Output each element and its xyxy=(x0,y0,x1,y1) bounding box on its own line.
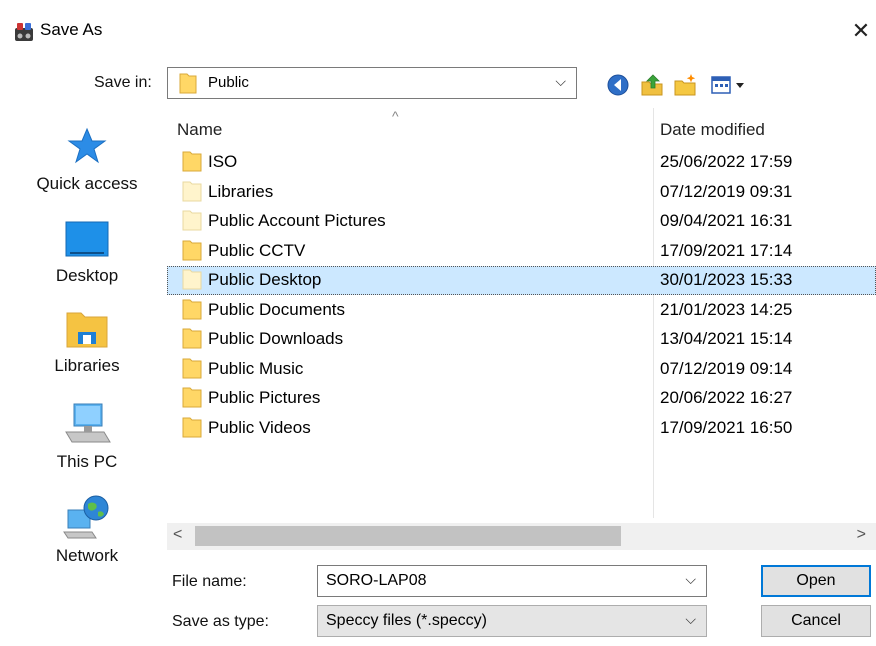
places-label: Desktop xyxy=(55,266,119,285)
places-label: Libraries xyxy=(54,356,120,375)
file-date: 20/06/2022 16:27 xyxy=(660,388,793,407)
list-item[interactable]: ISO 25/06/2022 17:59 xyxy=(167,148,876,177)
list-item[interactable]: Public Account Pictures 09/04/2021 16:31 xyxy=(167,207,876,236)
scrollbar-thumb[interactable] xyxy=(195,526,621,546)
file-name-label: File name: xyxy=(172,573,247,590)
places-bar: Quick access Desktop Libraries This PC N… xyxy=(12,112,162,622)
file-date: 07/12/2019 09:14 xyxy=(660,359,793,378)
save-as-type-value: Speccy files (*.speccy) xyxy=(326,612,487,629)
file-date: 13/04/2021 15:14 xyxy=(660,329,793,348)
window-title: Save As xyxy=(40,20,103,39)
places-quick-access[interactable]: Quick access xyxy=(12,126,162,212)
file-name: Public Music xyxy=(208,359,304,378)
file-date: 25/06/2022 17:59 xyxy=(660,152,793,171)
file-date: 09/04/2021 16:31 xyxy=(660,211,793,230)
file-name: Libraries xyxy=(208,182,274,201)
file-name: Public Pictures xyxy=(208,388,321,407)
close-icon: ✕ xyxy=(851,18,871,43)
folder-icon xyxy=(182,240,202,261)
places-label: Quick access xyxy=(36,174,138,193)
folder-icon xyxy=(182,328,202,349)
places-label: This PC xyxy=(56,452,118,471)
file-list[interactable]: ^ Name Date modified ISO 25/06/2022 17:5… xyxy=(167,108,876,548)
list-item[interactable]: Public Downloads 13/04/2021 15:14 xyxy=(167,325,876,354)
cancel-button[interactable]: Cancel xyxy=(761,605,871,637)
open-button[interactable]: Open xyxy=(761,565,871,597)
folder-icon xyxy=(182,387,202,408)
save-in-label: Save in: xyxy=(94,74,152,91)
libraries-icon xyxy=(66,312,108,348)
folder-light-icon xyxy=(182,269,202,290)
chevron-down-icon: ⌵ xyxy=(555,73,566,89)
scroll-right-icon[interactable]: > xyxy=(857,526,866,544)
file-date: 30/01/2023 15:33 xyxy=(660,270,793,289)
places-network[interactable]: Network xyxy=(12,494,162,574)
file-name: Public Desktop xyxy=(208,270,322,289)
folder-light-icon xyxy=(182,210,202,231)
file-date: 17/09/2021 16:50 xyxy=(660,418,793,437)
file-name: Public Documents xyxy=(208,300,346,319)
folder-icon xyxy=(182,299,202,320)
file-name-value: SORO-LAP08 xyxy=(326,572,427,589)
back-icon[interactable] xyxy=(606,73,630,97)
folder-icon xyxy=(182,417,202,438)
folder-icon xyxy=(179,73,197,94)
sort-ascending-icon: ^ xyxy=(392,108,399,124)
list-item[interactable]: Public Documents 21/01/2023 14:25 xyxy=(167,296,876,325)
column-header-label: Name xyxy=(177,120,223,139)
folder-icon xyxy=(182,151,202,172)
computer-icon xyxy=(65,403,111,443)
new-folder-icon[interactable] xyxy=(673,73,697,97)
file-name-input[interactable]: SORO-LAP08 ⌵ xyxy=(317,565,707,597)
star-icon xyxy=(67,127,107,164)
title-bar: Save As ✕ xyxy=(0,0,876,62)
file-name: Public Account Pictures xyxy=(208,211,386,230)
list-item[interactable]: Public CCTV 17/09/2021 17:14 xyxy=(167,237,876,266)
desktop-icon xyxy=(65,221,109,257)
places-desktop[interactable]: Desktop xyxy=(12,220,162,300)
close-button[interactable]: ✕ xyxy=(846,14,876,48)
list-item[interactable]: Public Music 07/12/2019 09:14 xyxy=(167,355,876,384)
list-item-selected[interactable]: Public Desktop 30/01/2023 15:33 xyxy=(167,266,876,295)
save-in-dropdown[interactable]: Public ⌵ xyxy=(167,67,577,99)
chevron-down-icon: ⌵ xyxy=(685,611,696,627)
chevron-down-icon[interactable]: ⌵ xyxy=(685,571,696,588)
file-name: Public Videos xyxy=(208,418,311,437)
places-libraries[interactable]: Libraries xyxy=(12,310,162,390)
save-in-value: Public xyxy=(208,74,249,91)
places-this-pc[interactable]: This PC xyxy=(12,402,162,482)
list-item[interactable]: Public Videos 17/09/2021 16:50 xyxy=(167,414,876,443)
speccy-app-icon xyxy=(15,23,33,41)
folder-light-icon xyxy=(182,181,202,202)
list-item[interactable]: Libraries 07/12/2019 09:31 xyxy=(167,178,876,207)
globe-network-icon xyxy=(63,495,109,539)
column-header-label: Date modified xyxy=(660,120,765,139)
folder-icon xyxy=(182,358,202,379)
file-name: Public CCTV xyxy=(208,241,306,260)
horizontal-scrollbar[interactable]: < > xyxy=(167,523,876,550)
list-item[interactable]: Public Pictures 20/06/2022 16:27 xyxy=(167,384,876,413)
places-label: Network xyxy=(55,546,119,565)
file-date: 21/01/2023 14:25 xyxy=(660,300,793,319)
scroll-left-icon[interactable]: < xyxy=(173,526,182,544)
file-name: ISO xyxy=(208,152,238,171)
up-folder-icon[interactable] xyxy=(640,73,664,97)
file-date: 07/12/2019 09:31 xyxy=(660,182,793,201)
file-date: 17/09/2021 17:14 xyxy=(660,241,793,260)
save-as-type-label: Save as type: xyxy=(172,613,269,630)
save-as-type-dropdown[interactable]: Speccy files (*.speccy) ⌵ xyxy=(317,605,707,637)
file-name: Public Downloads xyxy=(208,329,344,348)
view-menu-icon[interactable] xyxy=(710,73,750,97)
